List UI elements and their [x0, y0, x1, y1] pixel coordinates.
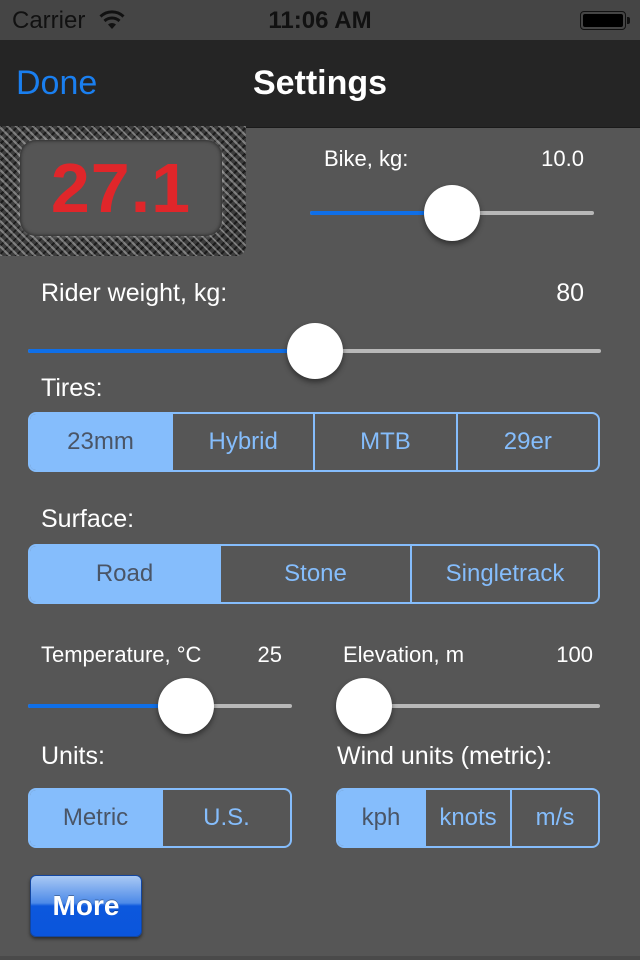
segment-option-metric[interactable]: Metric	[30, 790, 161, 846]
segment-option-23mm[interactable]: 23mm	[30, 414, 171, 470]
temperature-value: 25	[257, 642, 282, 667]
segment-option-u-s[interactable]: U.S.	[161, 790, 290, 846]
tires-label: Tires:	[41, 374, 103, 402]
clock: 11:06 AM	[268, 7, 372, 34]
surface-segmented-control[interactable]: Road Stone Singletrack	[28, 544, 600, 604]
status-bar: Carrier 11:06 AM	[0, 0, 640, 40]
elevation-value: 100	[556, 642, 593, 667]
slider-thumb[interactable]	[424, 185, 480, 241]
rider-weight-slider[interactable]	[28, 323, 601, 379]
page-title: Settings	[252, 64, 388, 102]
speed-value: 27.1	[50, 149, 192, 227]
elevation-label: Elevation, m	[343, 642, 465, 667]
speed-display: 27.1	[0, 126, 246, 256]
bottom-divider	[0, 956, 640, 960]
units-label: Units:	[41, 742, 105, 770]
battery-tip	[627, 17, 630, 24]
more-button[interactable]: More	[30, 875, 142, 937]
segment-option-hybrid[interactable]: Hybrid	[171, 414, 313, 470]
bike-weight-label: Bike, kg:	[324, 146, 409, 171]
speed-display-panel: 27.1	[20, 140, 222, 236]
slider-thumb[interactable]	[336, 678, 392, 734]
rider-weight-label: Rider weight, kg:	[41, 279, 228, 307]
bike-weight-slider[interactable]	[310, 185, 594, 241]
segment-option-kph[interactable]: kph	[338, 790, 424, 846]
surface-label: Surface:	[41, 505, 135, 533]
bike-weight-value: 10.0	[541, 146, 584, 171]
wind-units-label: Wind units (metric):	[337, 742, 553, 770]
rider-weight-value: 80	[556, 279, 584, 307]
navigation-bar: Done Settings	[0, 40, 640, 128]
elevation-slider[interactable]	[336, 678, 600, 734]
segment-option-mtb[interactable]: MTB	[313, 414, 455, 470]
tires-segmented-control[interactable]: 23mm Hybrid MTB 29er	[28, 412, 600, 472]
segment-option-knots[interactable]: knots	[424, 790, 510, 846]
segment-option-29er[interactable]: 29er	[455, 414, 598, 470]
slider-thumb[interactable]	[286, 323, 343, 379]
wind-units-segmented-control[interactable]: kph knots m/s	[336, 788, 600, 848]
segment-option-m-s[interactable]: m/s	[510, 790, 598, 846]
segment-option-road[interactable]: Road	[30, 546, 219, 602]
temperature-label: Temperature, °C	[41, 642, 202, 667]
segment-option-singletrack[interactable]: Singletrack	[410, 546, 598, 602]
slider-fill	[28, 349, 315, 353]
slider-thumb[interactable]	[158, 678, 215, 734]
segment-option-stone[interactable]: Stone	[219, 546, 410, 602]
units-segmented-control[interactable]: Metric U.S.	[28, 788, 292, 848]
temperature-slider[interactable]	[28, 678, 292, 734]
battery-icon	[580, 11, 626, 30]
